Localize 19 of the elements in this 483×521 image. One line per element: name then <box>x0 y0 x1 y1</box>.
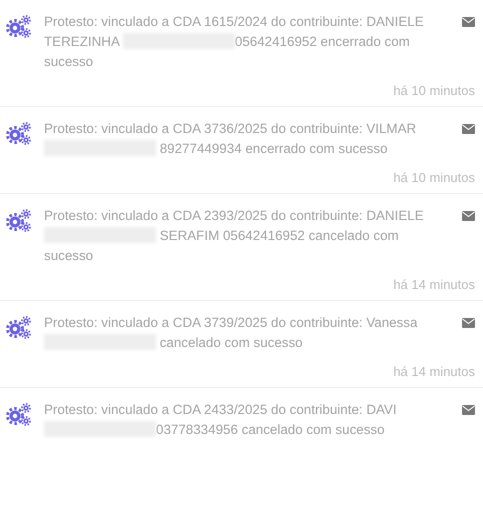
gears-icon <box>6 14 32 40</box>
notification-message: Protesto: vinculado a CDA 2393/2025 do contribuinte: DANIELE SERAFIM 05642416952 cancelado com sucesso <box>44 207 425 265</box>
gears-icon <box>6 315 32 341</box>
envelope-icon[interactable] <box>462 318 475 328</box>
notification-message: Protesto: vinculado a CDA 2433/2025 do contribuinte: DAVI 03778334956 cancelado com sucesso <box>44 401 398 439</box>
envelope-icon[interactable] <box>462 211 475 221</box>
gears-icon <box>6 208 32 234</box>
envelope-icon[interactable] <box>462 405 475 415</box>
timestamp: há 14 minutos <box>392 276 475 294</box>
gears-icon <box>6 402 32 428</box>
timestamp: há 10 minutos <box>392 82 475 100</box>
gears-icon <box>6 121 32 147</box>
envelope-icon[interactable] <box>462 124 475 134</box>
notification-message: Protesto: vinculado a CDA 1615/2024 do contribuinte: DANIELE TEREZINHA 05642416952 encerrado com sucesso <box>44 13 425 71</box>
timestamp: há 14 minutos <box>392 363 475 381</box>
timestamp: há 10 minutos <box>392 169 475 187</box>
notification-message: Protesto: vinculado a CDA 3736/2025 do contribuinte: VILMAR 89277449934 encerrado com sucesso <box>44 120 418 158</box>
envelope-icon[interactable] <box>462 17 475 27</box>
notification-message: Protesto: vinculado a CDA 3739/2025 do contribuinte: Vanessa cancelado com sucesso <box>44 314 418 352</box>
